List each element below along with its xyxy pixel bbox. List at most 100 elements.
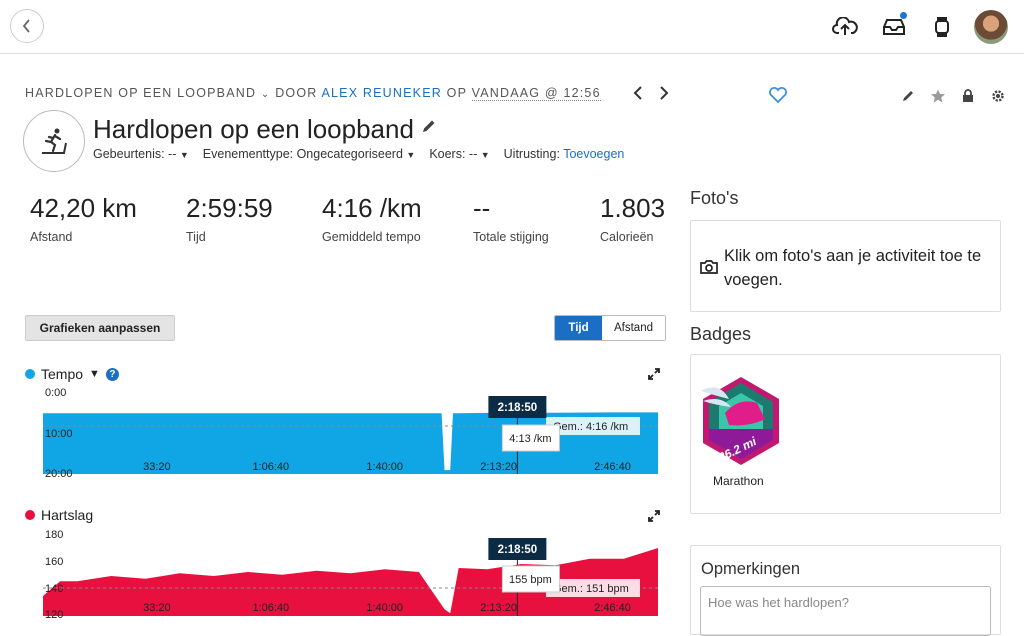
stat-label: Tijd <box>186 230 206 244</box>
gear-label: Uitrusting: <box>503 147 560 161</box>
badge-label: Marathon <box>713 474 764 488</box>
heart-icon[interactable] <box>768 86 788 104</box>
marathon-badge[interactable]: 26.2 mi <box>699 373 783 469</box>
event-type-label: Evenementtype: Ongecategoriseerd <box>202 147 403 161</box>
stat-label: Totale stijging <box>473 230 549 244</box>
badges-box: 26.2 mi Marathon <box>690 354 1001 514</box>
treadmill-icon <box>23 110 85 172</box>
stat-value: 1.803 <box>600 193 666 223</box>
expand-icon[interactable] <box>648 510 660 522</box>
avatar[interactable] <box>974 10 1008 44</box>
stat-elevation: -- Totale stijging <box>473 193 549 244</box>
next-activity-icon[interactable] <box>658 84 670 102</box>
hr-legend-dot <box>25 510 35 520</box>
hr-chart-header: Hartslag <box>25 507 93 523</box>
previous-activity-icon[interactable] <box>632 84 644 102</box>
hr-y-tick: 140 <box>45 583 63 595</box>
pace-avg-label: Gem.: 4:16 /km <box>553 421 628 433</box>
hr-tooltip-value: 155 bpm <box>509 574 552 586</box>
pace-chart[interactable]: 0:00 10:00 20:00 33:20 1:06:40 1:40:00 2:13:20… <box>0 380 680 490</box>
toggle-distance[interactable]: Afstand <box>602 316 665 340</box>
chevron-down-icon: ⌄ <box>260 89 271 100</box>
comments-title: Opmerkingen <box>701 560 801 578</box>
comment-input[interactable]: Hoe was het hardlopen? <box>700 586 991 636</box>
event-dropdown[interactable]: Gebeurtenis: -- ▼ <box>93 147 189 161</box>
stat-time: 2:59:59 Tijd <box>186 193 273 244</box>
activity-title-text[interactable]: Hardlopen op een loopband <box>93 114 414 144</box>
author-link[interactable]: ALEX REUNEKER <box>321 86 442 100</box>
pace-x-tick: 33:20 <box>143 461 171 473</box>
add-gear-link[interactable]: Toevoegen <box>563 147 624 161</box>
pace-tooltip-value: 4:13 /km <box>509 433 551 445</box>
hr-x-tick: 2:13:20 <box>480 602 517 614</box>
stat-value: -- <box>473 193 491 223</box>
activity-type-dropdown[interactable]: HARDLOPEN OP EEN LOOPBAND <box>25 86 256 100</box>
breadcrumb-by: DOOR <box>275 86 318 100</box>
inbox-button[interactable] <box>881 12 907 40</box>
axis-toggle: Tijd Afstand <box>554 315 666 341</box>
badges-title: Badges <box>690 324 752 344</box>
caret-down-icon: ▼ <box>406 150 416 160</box>
back-button[interactable] <box>10 9 44 43</box>
pencil-icon[interactable] <box>421 118 437 134</box>
activity-date[interactable]: VANDAAG @ 12:56 <box>471 86 601 101</box>
gear-icon[interactable] <box>990 88 1006 104</box>
customize-charts-button[interactable]: Grafieken aanpassen <box>25 315 175 341</box>
stat-distance: 42,20 km Afstand <box>30 193 137 244</box>
chevron-left-icon <box>22 19 30 33</box>
help-icon[interactable]: ? <box>105 367 119 381</box>
toggle-time[interactable]: Tijd <box>555 316 602 340</box>
camera-icon <box>700 260 718 274</box>
hr-cursor-time: 2:18:50 <box>498 544 538 556</box>
photos-title: Foto's <box>690 188 739 208</box>
stat-value: 4:16 /km <box>322 193 422 223</box>
device-button[interactable] <box>929 14 955 40</box>
star-icon[interactable] <box>930 88 946 104</box>
pace-y-tick: 10:00 <box>45 428 73 440</box>
hr-x-tick: 1:06:40 <box>252 602 289 614</box>
activity-title: Hardlopen op een loopband <box>93 114 437 145</box>
inbox-icon <box>883 19 905 35</box>
hr-y-tick: 160 <box>45 556 63 568</box>
add-photos-box[interactable]: Klik om foto's aan je activiteit toe te … <box>690 220 1001 312</box>
lock-icon[interactable] <box>960 88 976 104</box>
gear-field: Uitrusting: Toevoegen <box>504 147 625 161</box>
hr-y-tick: 120 <box>45 609 63 621</box>
notification-dot <box>900 12 907 19</box>
pace-y-tick: 0:00 <box>45 387 66 399</box>
stat-label: Calorieën <box>600 230 654 244</box>
activity-actions <box>900 88 1006 104</box>
cloud-upload-icon <box>832 17 858 35</box>
pace-x-tick: 2:13:20 <box>480 461 517 473</box>
caret-down-icon: ▼ <box>179 150 189 160</box>
course-label: Koers: -- <box>429 147 478 161</box>
hr-x-tick: 2:46:40 <box>594 602 631 614</box>
stat-value: 2:59:59 <box>186 193 273 223</box>
top-bar <box>0 0 1024 54</box>
watch-icon <box>935 17 949 37</box>
caret-down-icon[interactable]: ▼ <box>89 368 100 380</box>
activity-nav <box>632 84 670 102</box>
pace-cursor-time: 2:18:50 <box>498 402 538 414</box>
event-label: Gebeurtenis: -- <box>93 147 177 161</box>
hr-chart[interactable]: 180 160 140 120 33:20 1:06:40 1:40:00 2:13:20 2:… <box>0 522 680 626</box>
comments-box: Opmerkingen Hoe was het hardlopen? <box>690 545 1001 636</box>
stat-label: Afstand <box>30 230 73 244</box>
hr-x-tick: 33:20 <box>143 602 171 614</box>
course-dropdown[interactable]: Koers: -- ▼ <box>429 147 489 161</box>
expand-icon[interactable] <box>648 368 660 380</box>
breadcrumb: HARDLOPEN OP EEN LOOPBAND ⌄ DOOR ALEX RE… <box>25 86 601 101</box>
hr-avg-label: Gem.: 151 bpm <box>553 583 629 595</box>
activity-meta: Gebeurtenis: -- ▼ Evenementtype: Ongecat… <box>93 147 624 161</box>
pencil-icon[interactable] <box>900 88 916 104</box>
breadcrumb-on: OP <box>446 86 467 100</box>
event-type-dropdown[interactable]: Evenementtype: Ongecategoriseerd ▼ <box>203 147 416 161</box>
hr-chart-title[interactable]: Hartslag <box>41 507 93 523</box>
hr-y-tick: 180 <box>45 529 63 541</box>
stat-calories: 1.803 Calorieën <box>600 193 665 244</box>
upload-button[interactable] <box>832 14 858 40</box>
hr-x-tick: 1:40:00 <box>366 602 403 614</box>
pace-x-tick: 1:06:40 <box>252 461 289 473</box>
caret-down-icon: ▼ <box>480 150 490 160</box>
pace-x-tick: 2:46:40 <box>594 461 631 473</box>
